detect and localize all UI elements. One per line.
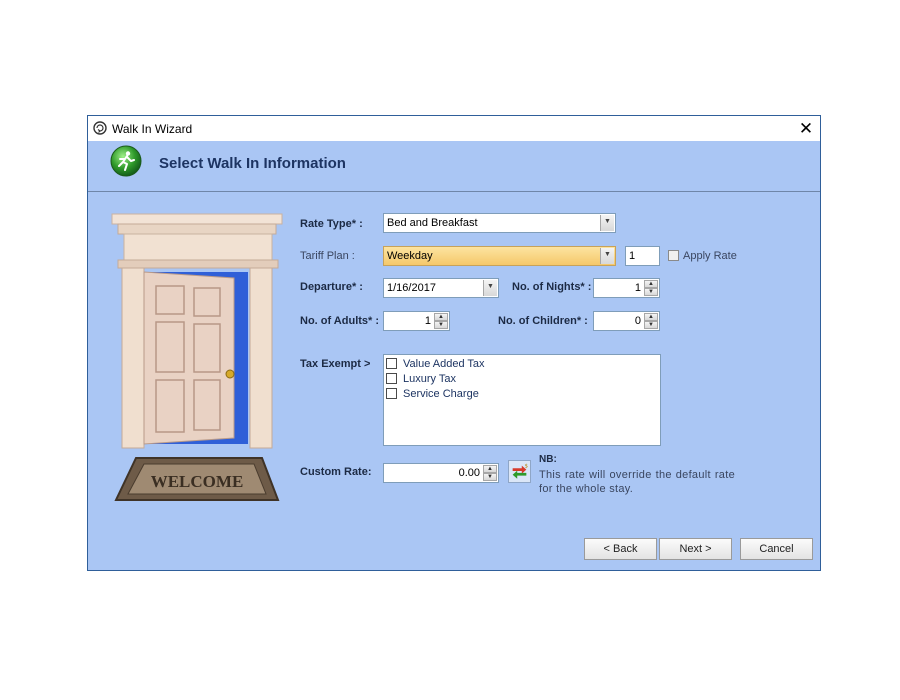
tariff-plan-label: Tariff Plan : bbox=[300, 250, 355, 262]
rate-type-value: Bed and Breakfast bbox=[387, 217, 478, 229]
tariff-plan-value: Weekday bbox=[387, 250, 433, 262]
nights-stepper[interactable]: 1 ▲ ▼ bbox=[593, 278, 660, 298]
spin-up-icon[interactable]: ▲ bbox=[644, 313, 658, 321]
walk-in-icon bbox=[110, 145, 142, 177]
note-text: This rate will override the default rate… bbox=[539, 469, 735, 495]
nights-value: 1 bbox=[634, 282, 641, 294]
children-stepper[interactable]: 0 ▲ ▼ bbox=[593, 311, 660, 331]
apply-rate-checkbox[interactable] bbox=[668, 250, 679, 261]
spin-up-icon[interactable]: ▲ bbox=[644, 280, 658, 288]
service-charge-label: Service Charge bbox=[403, 388, 479, 400]
service-charge-checkbox[interactable] bbox=[386, 388, 397, 399]
spin-down-icon[interactable]: ▼ bbox=[434, 321, 448, 329]
close-icon[interactable]: ✕ bbox=[792, 116, 820, 141]
spin-down-icon[interactable]: ▼ bbox=[483, 473, 497, 481]
tax-exempt-label: Tax Exempt > bbox=[300, 358, 371, 370]
title-bar: Walk In Wizard ✕ bbox=[88, 116, 820, 141]
adults-value: 1 bbox=[424, 315, 431, 327]
chevron-down-icon[interactable]: ▼ bbox=[600, 215, 614, 231]
spin-down-icon[interactable]: ▼ bbox=[644, 288, 658, 296]
cancel-button[interactable]: Cancel bbox=[740, 538, 813, 560]
svg-text:$: $ bbox=[525, 463, 529, 469]
departure-date-picker[interactable]: 1/16/2017 ▼ bbox=[383, 278, 499, 298]
window-title: Walk In Wizard bbox=[112, 122, 193, 136]
page-title: Select Walk In Information bbox=[159, 155, 346, 172]
adults-label: No. of Adults* : bbox=[300, 315, 380, 327]
apply-rate-label: Apply Rate bbox=[683, 250, 737, 262]
vat-label: Value Added Tax bbox=[403, 358, 485, 370]
wizard-header: Select Walk In Information bbox=[88, 141, 820, 192]
spin-up-icon[interactable]: ▲ bbox=[483, 465, 497, 473]
custom-rate-label: Custom Rate: bbox=[300, 466, 372, 478]
welcome-mat-text: WELCOME bbox=[151, 472, 244, 491]
tariff-qty-value: 1 bbox=[629, 250, 636, 262]
tariff-plan-dropdown[interactable]: Weekday ▼ bbox=[383, 246, 616, 266]
tariff-qty-input[interactable]: 1 bbox=[625, 246, 660, 266]
rate-type-label: Rate Type* : bbox=[300, 218, 363, 230]
tax-exempt-list[interactable]: Value Added Tax Luxury Tax Service Charg… bbox=[383, 354, 661, 446]
custom-rate-stepper[interactable]: 0.00 ▲ ▼ bbox=[383, 463, 499, 483]
next-button[interactable]: Next > bbox=[659, 538, 732, 560]
back-button[interactable]: < Back bbox=[584, 538, 657, 560]
app-icon bbox=[93, 121, 107, 135]
walk-in-wizard-window: Walk In Wizard ✕ Select Walk In Informat… bbox=[87, 115, 821, 571]
chevron-down-icon[interactable]: ▼ bbox=[483, 280, 497, 296]
custom-rate-value: 0.00 bbox=[458, 467, 480, 479]
chevron-down-icon[interactable]: ▼ bbox=[600, 248, 614, 264]
door-illustration: WELCOME bbox=[111, 213, 283, 501]
nights-label: No. of Nights* : bbox=[512, 281, 592, 293]
departure-value: 1/16/2017 bbox=[387, 282, 436, 294]
luxury-tax-label: Luxury Tax bbox=[403, 373, 456, 385]
spin-up-icon[interactable]: ▲ bbox=[434, 313, 448, 321]
children-label: No. of Children* : bbox=[498, 315, 588, 327]
children-value: 0 bbox=[634, 315, 641, 327]
currency-exchange-icon[interactable]: $ bbox=[508, 460, 531, 483]
luxury-tax-checkbox[interactable] bbox=[386, 373, 397, 384]
adults-stepper[interactable]: 1 ▲ ▼ bbox=[383, 311, 450, 331]
spin-down-icon[interactable]: ▼ bbox=[644, 321, 658, 329]
rate-type-dropdown[interactable]: Bed and Breakfast ▼ bbox=[383, 213, 616, 233]
vat-checkbox[interactable] bbox=[386, 358, 397, 369]
note-title: NB: bbox=[539, 454, 557, 465]
departure-label: Departure* : bbox=[300, 281, 363, 293]
